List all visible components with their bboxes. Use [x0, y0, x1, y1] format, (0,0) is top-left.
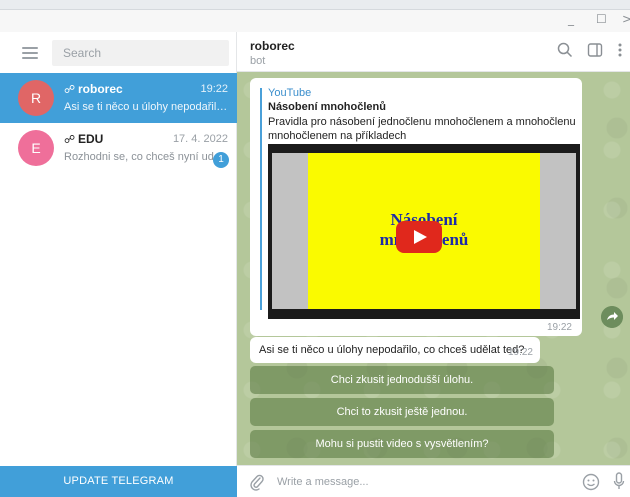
chat-preview: Asi se ti něco u úlohy nepodařilo, co ch…	[64, 101, 229, 113]
maximize-button[interactable]: ☐	[596, 12, 607, 26]
message-time: 19:22	[507, 347, 533, 358]
search-icon[interactable]	[557, 42, 573, 58]
update-telegram-button[interactable]: UPDATE TELEGRAM	[0, 466, 237, 497]
message-text: Asi se ti něco u úlohy nepodařilo, co ch…	[259, 344, 525, 356]
minimize-button[interactable]: _	[568, 12, 574, 26]
microphone-icon[interactable]	[613, 472, 625, 492]
bot-icon: ☍	[64, 134, 76, 146]
play-icon[interactable]	[396, 221, 442, 253]
preview-title: Násobení mnohočlenů	[268, 101, 386, 113]
keyboard-button-easier[interactable]: Chci zkusit jednodušší úlohu.	[250, 366, 554, 394]
preview-site[interactable]: YouTube	[268, 87, 311, 99]
chat-name: roborec	[78, 82, 123, 96]
window-bar: _ ☐ >	[0, 10, 630, 32]
sidebar-toggle-icon[interactable]	[587, 42, 603, 58]
chat-title: roborec	[250, 39, 295, 53]
chat-header: roborec bot	[237, 32, 630, 72]
keyboard-button-retry[interactable]: Chci to zkusit ještě jednou.	[250, 398, 554, 426]
avatar: R	[18, 80, 54, 116]
close-button[interactable]: >	[622, 12, 630, 26]
emoji-icon[interactable]	[582, 473, 600, 491]
message-input[interactable]	[277, 472, 567, 492]
share-icon[interactable]	[601, 306, 623, 328]
chat-item-roborec[interactable]: R ☍ roborec 19:22 Asi se ti něco u úlohy …	[0, 73, 237, 123]
search-input[interactable]	[52, 40, 229, 66]
compose-bar	[237, 465, 630, 497]
menu-icon[interactable]	[22, 47, 38, 59]
message-area: YouTube Násobení mnohočlenů Pravidla pro…	[237, 72, 630, 465]
preview-description: Pravidla pro násobení jednočlenu mnohočl…	[268, 116, 576, 142]
avatar: E	[18, 130, 54, 166]
unread-badge: 1	[213, 152, 229, 168]
link-preview-message: YouTube Násobení mnohočlenů Pravidla pro…	[250, 78, 582, 336]
message-time: 19:22	[546, 322, 572, 333]
chat-subtitle: bot	[250, 55, 266, 67]
chat-time: 19:22	[200, 83, 228, 95]
chat-time: 17. 4. 2022	[172, 133, 228, 145]
bot-icon: ☍	[64, 84, 76, 96]
more-options-icon[interactable]	[616, 42, 624, 58]
chat-item-edu[interactable]: E ☍ EDU 17. 4. 2022 Rozhodni se, co chceš…	[0, 123, 237, 173]
chat-name: EDU	[78, 132, 104, 146]
text-message: Asi se ti něco u úlohy nepodařilo, co ch…	[250, 337, 540, 363]
preview-stripe	[260, 88, 262, 310]
video-thumbnail[interactable]: Násobení mnohočlenů	[268, 144, 580, 319]
chat-panel: roborec bot YouTube Násobení mnohočlenů …	[237, 32, 630, 497]
attach-icon[interactable]	[249, 473, 265, 491]
title-strip	[0, 0, 630, 10]
sidebar: R ☍roborec 19:22 Asi se ti něco u úlohy …	[0, 32, 237, 497]
keyboard-button-video[interactable]: Mohu si pustit video s vysvětlením?	[250, 430, 554, 458]
chat-preview: Rozhodni se, co chceš nyní udělat.	[64, 151, 229, 163]
